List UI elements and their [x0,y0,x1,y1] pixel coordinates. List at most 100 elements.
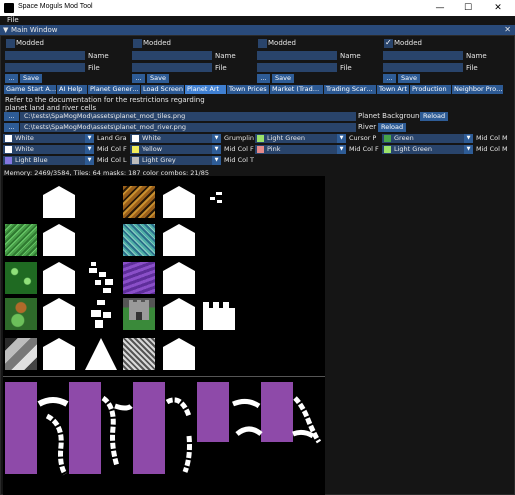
house-mask-tile [43,338,75,370]
reload-background-button[interactable]: Reload [420,112,449,121]
house-mask-tile [43,262,75,294]
combo-value: Pink [267,145,281,153]
documentation-note: Refer to the documentation for the restr… [5,96,205,112]
mountain-mask-icon [85,338,117,370]
tab-market[interactable]: Market (Trad… [270,85,323,94]
combo-label: Mid Col M [476,145,508,153]
color-swatch [257,146,264,153]
chevron-down-icon[interactable]: ▼ [464,134,473,143]
browse-button[interactable]: ... [257,74,270,83]
tab-planet-art[interactable]: Planet Art [185,85,226,94]
name-label: Name [215,52,236,60]
castle-icon [129,300,149,320]
collapse-icon[interactable]: ▼ [3,26,8,34]
cursor-color-combo[interactable]: Light Green ▼ [255,134,346,143]
mid-col-color-combo[interactable]: Light Grey ▼ [130,156,221,165]
combo-value: Light Green [267,134,305,142]
save-button[interactable]: Save [147,74,169,83]
land-grass-color-combo[interactable]: White ▼ [3,134,94,143]
save-button[interactable]: Save [20,74,42,83]
color-swatch [5,135,12,142]
color-swatch [132,135,139,142]
purple-tile [123,262,155,294]
file-input[interactable] [132,63,212,72]
chevron-down-icon[interactable]: ▼ [85,134,94,143]
browse-button[interactable]: ... [5,74,18,83]
file-input[interactable] [257,63,337,72]
forest-mask-icon [89,262,113,293]
combo-label: Mid Col T [224,156,254,164]
window-titlebar: Space Moguls Mod Tool — ☐ ✕ [0,0,515,16]
combo-value: White [15,145,34,153]
mid-col-color-combo[interactable]: Pink ▼ [255,145,346,154]
house-mask-tile [43,224,75,256]
chevron-down-icon[interactable]: ▼ [85,145,94,154]
menu-file[interactable]: File [7,16,19,24]
modded-label: Modded [268,39,296,47]
river-curves [37,395,322,476]
color-combo-grid: White ▼ Land Gra White ▼ Grumplin Light … [0,134,515,168]
browse-river-button[interactable]: ... [4,123,19,132]
close-icon[interactable]: ✕ [504,25,511,34]
tab-production[interactable]: Production [410,85,451,94]
chevron-down-icon[interactable]: ▼ [212,156,221,165]
background-path-input[interactable]: C:\tests\SpaMogMod\assets\planet_mod_til… [20,112,356,121]
river-label: River [358,123,377,131]
close-window-button[interactable]: ✕ [484,0,512,16]
tab-town-art[interactable]: Town Art [377,85,409,94]
file-input[interactable] [383,63,463,72]
tree-mask-tile [85,298,117,330]
mid-col-color-combo[interactable]: Light Blue ▼ [3,156,94,165]
house-mask-tile [163,262,195,294]
combo-label: Mid Col F [97,145,127,153]
modded-checkbox[interactable] [258,39,267,48]
maximize-button[interactable]: ☐ [454,0,482,16]
name-label: Name [466,52,487,60]
reload-river-button[interactable]: Reload [378,123,407,132]
combo-value: Yellow [142,145,163,153]
chevron-down-icon[interactable]: ▼ [464,145,473,154]
modded-checkbox[interactable] [6,39,15,48]
save-button[interactable]: Save [272,74,294,83]
tab-planet-generation[interactable]: Planet Gener… [88,85,140,94]
color-swatch [384,135,391,142]
chevron-down-icon[interactable]: ▼ [337,134,346,143]
name-input[interactable] [5,51,85,60]
tab-trading-scarcity[interactable]: Trading Scar… [324,85,376,94]
grumpling-color-combo[interactable]: White ▼ [130,134,221,143]
save-button[interactable]: Save [398,74,420,83]
modded-label: Modded [143,39,171,47]
browse-button[interactable]: ... [383,74,396,83]
combo-value: White [15,134,34,142]
tab-neighbor-production[interactable]: Neighbor Pro… [452,85,503,94]
file-input[interactable] [5,63,85,72]
mod-slot-1: Modded Name File ... Save [0,38,128,84]
chevron-down-icon[interactable]: ▼ [337,145,346,154]
tab-ai-help[interactable]: AI Help [57,85,87,94]
modded-checkbox[interactable] [133,39,142,48]
browse-button[interactable]: ... [132,74,145,83]
main-window-header[interactable]: ▼ Main Window ✕ [0,25,515,35]
combo-label: Mid Col L [97,156,127,164]
name-input[interactable] [383,51,463,60]
chevron-down-icon[interactable]: ▼ [212,145,221,154]
tree-tile [5,298,37,330]
name-input[interactable] [257,51,337,60]
mid-col-color-combo[interactable]: Light Green ▼ [382,145,473,154]
tab-game-start[interactable]: Game Start A… [4,85,56,94]
tab-town-prices[interactable]: Town Prices [227,85,269,94]
tab-load-screen[interactable]: Load Screen [141,85,184,94]
chevron-down-icon[interactable]: ▼ [212,134,221,143]
mid-col-color-combo[interactable]: White ▼ [3,145,94,154]
name-input[interactable] [132,51,212,60]
tile-preview-canvas[interactable] [3,176,325,495]
browse-background-button[interactable]: ... [4,112,19,121]
mountain-mask-tile [85,338,117,370]
chevron-down-icon[interactable]: ▼ [85,156,94,165]
background-label: Planet Background [358,112,424,120]
mid-col-color-combo[interactable]: Green ▼ [382,134,473,143]
modded-checkbox-checked[interactable] [384,38,393,48]
river-path-input[interactable]: C:\tests\SpaMogMod\assets\planet_mod_riv… [20,123,356,132]
mid-col-color-combo[interactable]: Yellow ▼ [130,145,221,154]
minimize-button[interactable]: — [426,0,454,16]
